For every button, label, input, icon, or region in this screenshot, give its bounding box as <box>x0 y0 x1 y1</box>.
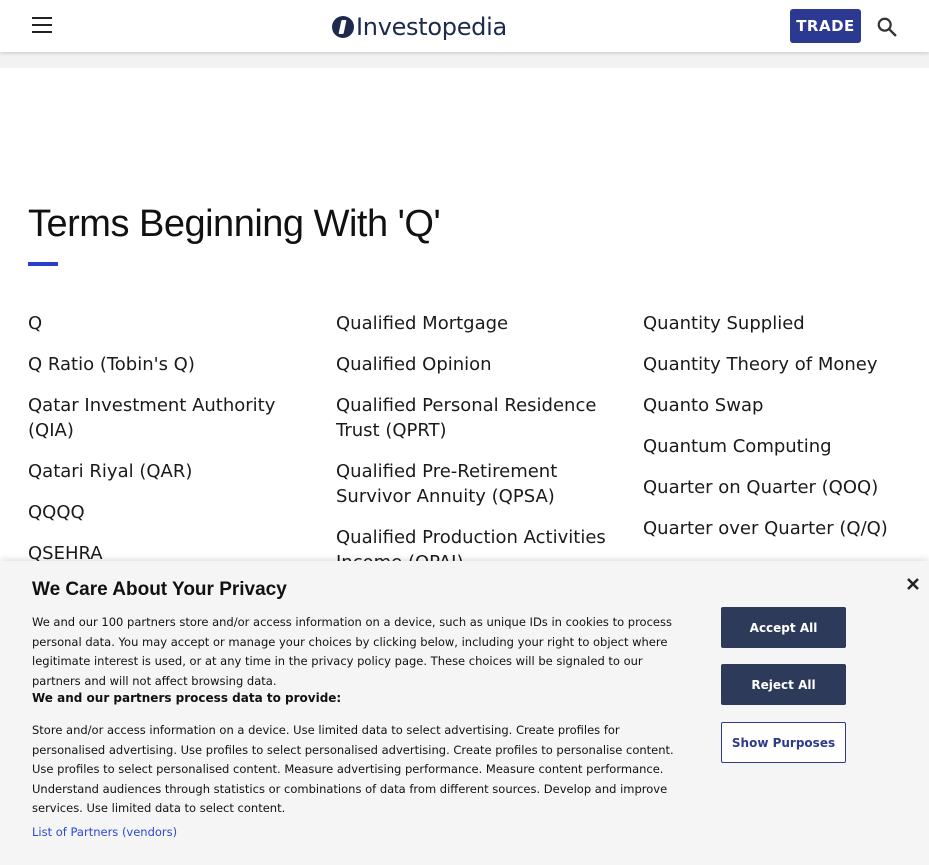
term-link[interactable]: Q Ratio (Tobin's Q) <box>28 352 298 377</box>
title-underline <box>28 262 58 266</box>
search-icon[interactable] <box>876 16 898 38</box>
trade-button[interactable]: TRADE <box>790 9 861 43</box>
terms-column-2: Qualified Mortgage Qualified Opinion Qua… <box>336 311 606 591</box>
term-link[interactable]: Qatar Investment Authority (QIA) <box>28 393 298 443</box>
ad-placeholder-band <box>0 52 929 68</box>
reject-all-button[interactable]: Reject All <box>721 664 846 705</box>
term-link[interactable]: Quanto Swap <box>643 393 913 418</box>
terms-column-1: Q Q Ratio (Tobin's Q) Qatar Investment A… <box>28 311 298 582</box>
page-title: Terms Beginning With 'Q' <box>28 203 441 245</box>
close-icon[interactable] <box>904 575 922 593</box>
term-link[interactable]: QQQQ <box>28 500 298 525</box>
term-link[interactable]: Quarter over Quarter (Q/Q) <box>643 516 913 541</box>
term-link[interactable]: Qualified Opinion <box>336 352 606 377</box>
privacy-banner: We Care About Your Privacy We and our 10… <box>0 561 929 865</box>
term-link[interactable]: Qualified Mortgage <box>336 311 606 336</box>
partners-link[interactable]: List of Partners (vendors) <box>32 825 177 839</box>
privacy-subheading: We and our partners process data to prov… <box>32 691 342 705</box>
privacy-purposes-text: Store and/or access information on a dev… <box>32 723 674 815</box>
term-link[interactable]: Qualified Pre-Retirement Survivor Annuit… <box>336 459 606 509</box>
privacy-description: We and our 100 partners store and/or acc… <box>32 615 672 688</box>
term-link[interactable]: Quantity Supplied <box>643 311 913 336</box>
term-link[interactable]: Qualified Personal Residence Trust (QPRT… <box>336 393 606 443</box>
accept-all-button[interactable]: Accept All <box>721 607 846 648</box>
site-logo[interactable]: Investopedia <box>332 12 507 42</box>
terms-column-3: Quantity Supplied Quantity Theory of Mon… <box>643 311 913 557</box>
term-link[interactable]: Quarter on Quarter (QOQ) <box>643 475 913 500</box>
menu-icon[interactable] <box>32 17 52 35</box>
term-link[interactable]: Quantity Theory of Money <box>643 352 913 377</box>
logo-mark-icon <box>332 16 354 38</box>
logo-text: Investopedia <box>356 13 507 41</box>
term-link[interactable]: Qatari Riyal (QAR) <box>28 459 298 484</box>
term-link[interactable]: Quantum Computing <box>643 434 913 459</box>
privacy-title: We Care About Your Privacy <box>32 579 287 600</box>
term-link[interactable]: Q <box>28 311 298 336</box>
site-header: Investopedia TRADE <box>0 0 929 52</box>
show-purposes-button[interactable]: Show Purposes <box>721 722 846 763</box>
